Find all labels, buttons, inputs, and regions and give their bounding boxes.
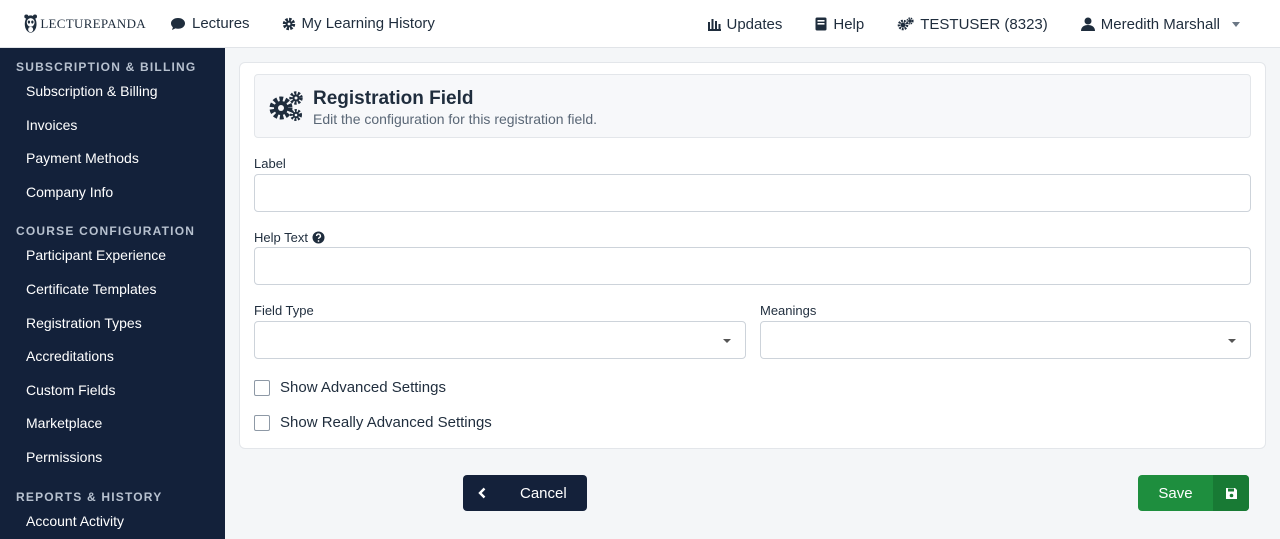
dropdown-arrow-icon <box>1228 339 1236 343</box>
sidebar-item-custom-fields[interactable]: Custom Fields <box>0 374 225 408</box>
nav-updates-label: Updates <box>726 15 783 33</box>
registration-field-card: Registration Field Edit the configuratio… <box>239 62 1266 449</box>
nav-lectures[interactable]: Lectures <box>170 15 250 32</box>
label-input[interactable] <box>254 174 1251 212</box>
sidebar-item-invoices[interactable]: Invoices <box>0 109 225 143</box>
nav-organization-label: TESTUSER (8323) <box>920 15 1048 33</box>
chat-bubble-icon <box>171 17 185 30</box>
cancel-button-label: Cancel <box>520 484 567 502</box>
top-navbar: LECTUREPANDA Lectures My Learning Histor… <box>0 0 1280 48</box>
advanced-settings-label: Show Advanced Settings <box>280 379 446 396</box>
main-content: Registration Field Edit the configuratio… <box>225 48 1280 539</box>
floppy-disk-icon <box>1213 475 1249 511</box>
brand-logo[interactable]: LECTUREPANDA <box>24 11 146 37</box>
chevron-left-icon <box>463 487 501 499</box>
save-button-label: Save <box>1158 484 1193 502</box>
nav-learning-history-label: My Learning History <box>301 15 435 32</box>
dropdown-arrow-icon <box>723 339 731 343</box>
field-type-label: Field Type <box>254 303 314 318</box>
cogs-icon <box>269 91 303 121</box>
panda-logo-icon <box>24 14 37 33</box>
sidebar-item-payment-methods[interactable]: Payment Methods <box>0 142 225 176</box>
meanings-label: Meanings <box>760 303 817 318</box>
chevron-down-icon <box>1232 21 1240 27</box>
help-text-label: Help Text <box>254 230 308 245</box>
gear-icon <box>282 17 295 30</box>
sidebar-heading-reports: Reports & History <box>16 489 163 504</box>
sidebar-item-permissions[interactable]: Permissions <box>0 441 225 475</box>
nav-help[interactable]: Help <box>815 16 864 33</box>
really-advanced-settings-checkbox[interactable] <box>254 414 270 431</box>
cancel-button[interactable]: Cancel <box>463 475 587 511</box>
sidebar-item-marketplace[interactable]: Marketplace <box>0 407 225 441</box>
gears-icon <box>897 17 914 31</box>
sidebar-item-company-info[interactable]: Company Info <box>0 176 225 210</box>
sidebar-item-accreditations[interactable]: Accreditations <box>0 340 225 374</box>
bell-icon <box>707 19 721 31</box>
nav-help-label: Help <box>833 15 865 33</box>
nav-updates[interactable]: Updates <box>707 15 783 33</box>
label-field-label: Label <box>254 156 286 171</box>
nav-organization[interactable]: TESTUSER (8323) <box>897 16 1048 33</box>
help-text-input[interactable] <box>254 247 1251 285</box>
form-header: Registration Field Edit the configuratio… <box>254 74 1251 138</box>
nav-lectures-label: Lectures <box>192 15 250 32</box>
sidebar-heading-billing: Subscription & Billing <box>16 60 197 74</box>
sidebar-item-certificate-templates[interactable]: Certificate Templates <box>0 273 225 307</box>
save-button[interactable]: Save <box>1138 475 1249 511</box>
sidebar-item-registration-types[interactable]: Registration Types <box>0 307 225 341</box>
question-circle-icon[interactable] <box>312 231 325 244</box>
user-menu[interactable]: Meredith Marshall <box>1080 15 1240 33</box>
field-type-select[interactable] <box>254 321 746 359</box>
nav-learning-history[interactable]: My Learning History <box>282 15 435 32</box>
help-text-field-label: Help Text <box>254 230 325 245</box>
show-really-advanced-settings-toggle[interactable]: Show Really Advanced Settings <box>254 414 492 431</box>
sidebar-heading-course-config: Course Configuration <box>16 224 196 239</box>
user-icon <box>1080 17 1095 31</box>
really-advanced-settings-label: Show Really Advanced Settings <box>280 414 492 431</box>
sidebar-item-account-activity[interactable]: Account Activity <box>0 505 225 539</box>
page-title: Registration Field <box>313 88 474 109</box>
advanced-settings-checkbox[interactable] <box>254 379 270 396</box>
user-name: Meredith Marshall <box>1100 15 1220 33</box>
brand-name: LECTUREPANDA <box>40 15 146 31</box>
show-advanced-settings-toggle[interactable]: Show Advanced Settings <box>254 379 446 396</box>
book-icon <box>815 17 827 31</box>
sidebar-item-subscription-billing[interactable]: Subscription & Billing <box>0 75 225 109</box>
sidebar: Subscription & Billing Subscription & Bi… <box>0 48 225 539</box>
meanings-select[interactable] <box>760 321 1251 359</box>
page-subtitle: Edit the configuration for this registra… <box>313 111 598 127</box>
sidebar-item-participant-experience[interactable]: Participant Experience <box>0 239 225 273</box>
